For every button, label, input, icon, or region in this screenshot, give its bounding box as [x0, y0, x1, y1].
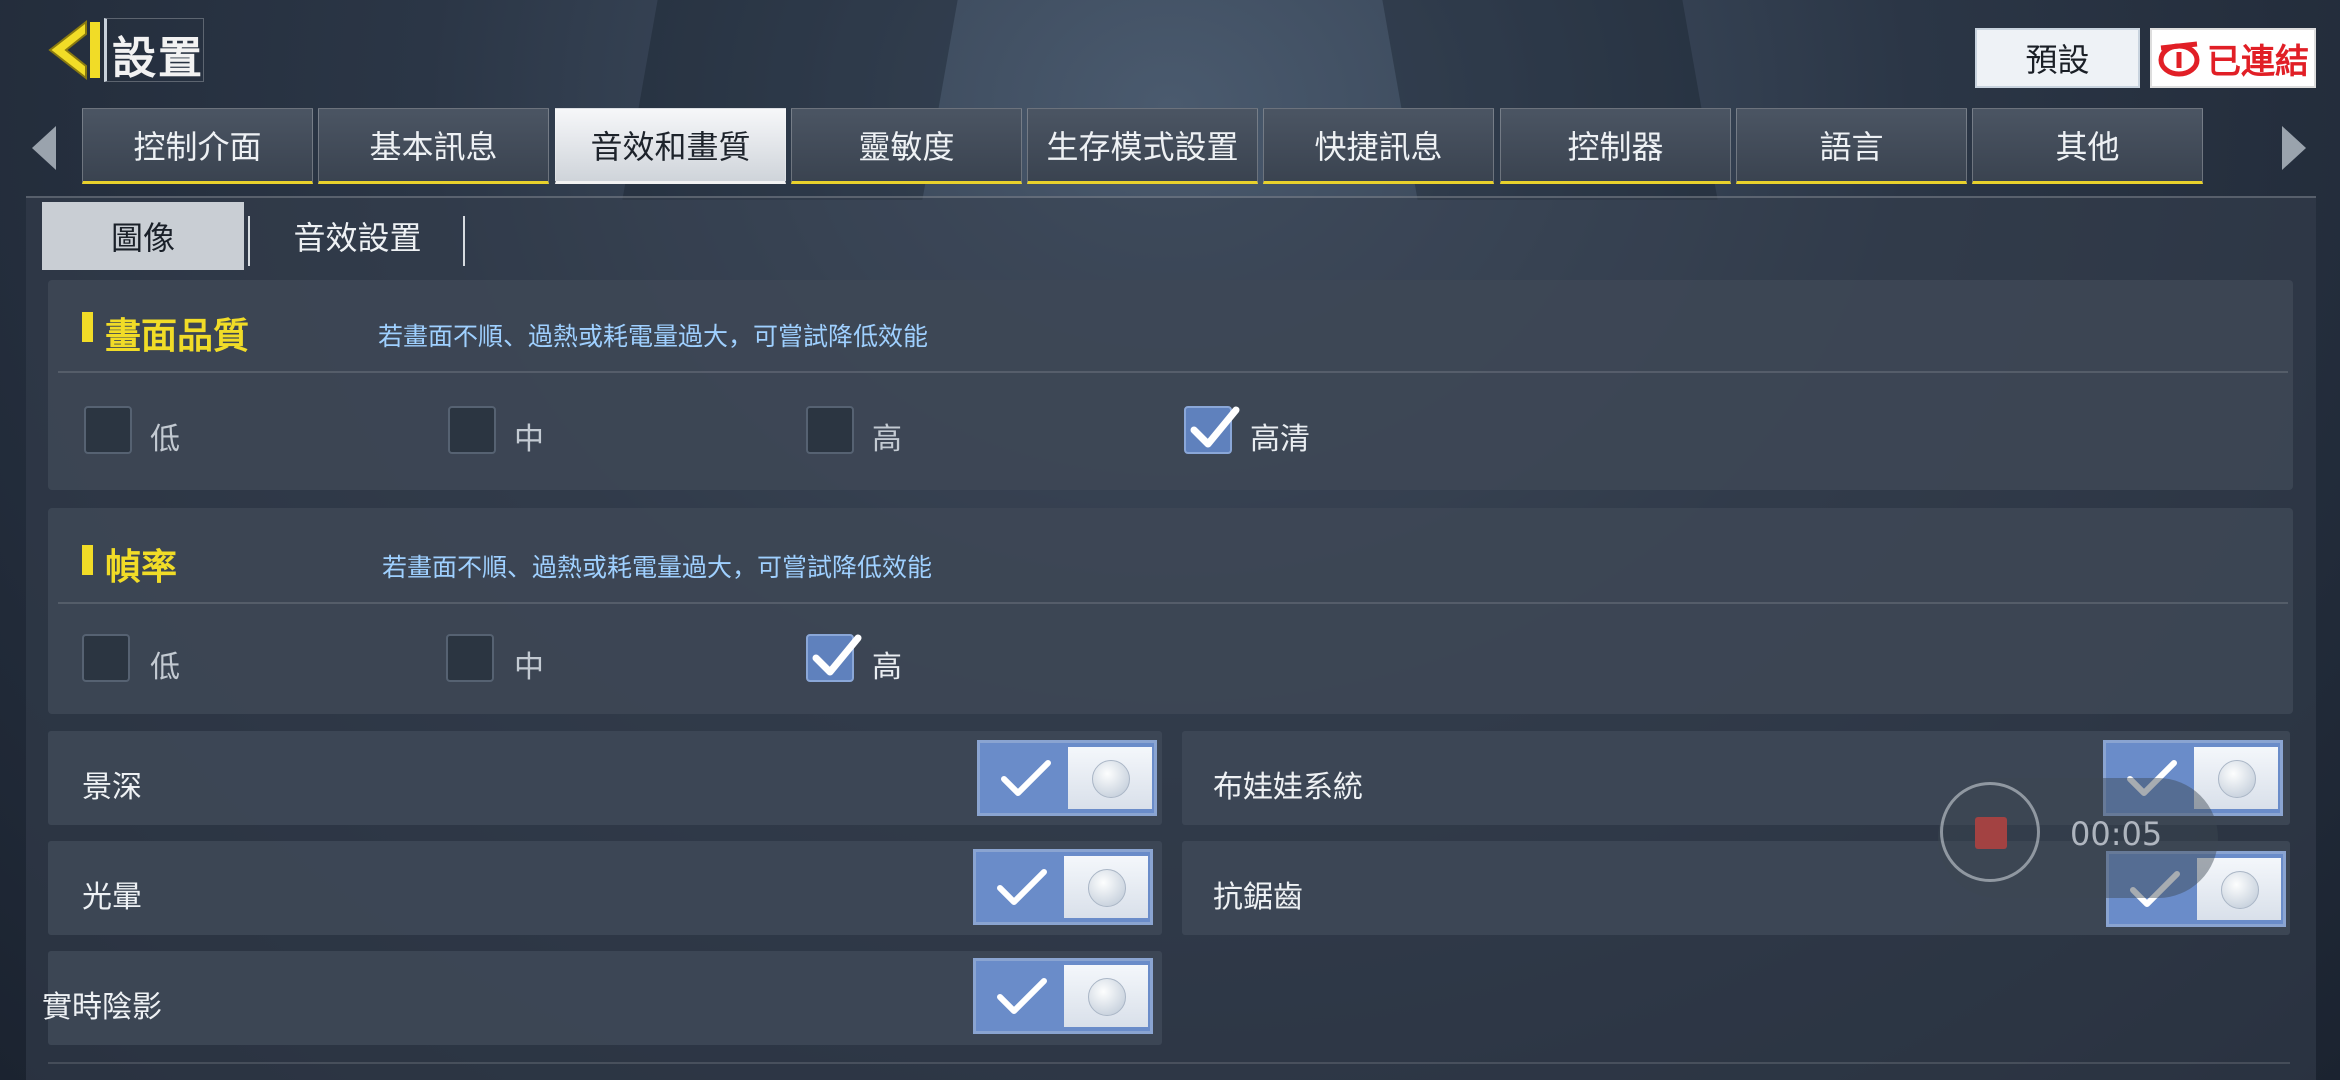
back-button[interactable]	[40, 18, 106, 82]
garena-logo-icon	[2158, 41, 2200, 77]
framerate-section	[48, 508, 2293, 714]
quality-low-checkbox[interactable]	[84, 406, 132, 454]
toggle-knob	[1088, 978, 1126, 1016]
tab-basic-info[interactable]: 基本訊息	[318, 108, 549, 184]
framerate-high-label: 高	[872, 650, 902, 685]
section-marker	[82, 545, 93, 575]
panel-bottom-divider	[48, 1062, 2290, 1064]
quality-medium-label: 中	[514, 422, 544, 457]
toggle-knob-area	[1068, 747, 1152, 809]
toggle-on-segment	[976, 852, 1064, 922]
section-divider	[58, 371, 2288, 373]
toggle-knob-area	[1064, 856, 1148, 918]
subtab-divider	[463, 216, 465, 266]
framerate-low-checkbox[interactable]	[82, 634, 130, 682]
preset-button[interactable]: 預設	[1975, 28, 2140, 88]
toggle-knob-area	[1064, 965, 1148, 1027]
checkmark-icon	[997, 978, 1047, 1014]
section-marker	[82, 312, 93, 342]
framerate-medium-label: 中	[514, 650, 544, 685]
toggle-knob	[1092, 760, 1130, 798]
realtime-shadows-label: 實時陰影	[42, 990, 162, 1025]
checkmark-icon	[1001, 760, 1051, 796]
checkmark-icon	[812, 634, 862, 676]
tab-control-interface[interactable]: 控制介面	[82, 108, 313, 184]
quality-section	[48, 280, 2293, 490]
tab-survival-settings[interactable]: 生存模式設置	[1027, 108, 1258, 184]
depth-of-field-label: 景深	[82, 770, 142, 805]
recording-timer: 00:05	[2070, 815, 2163, 853]
quality-hd-label: 高清	[1250, 422, 1310, 457]
ragdoll-label: 布娃娃系統	[1213, 770, 1363, 805]
toggle-knob-area	[2194, 747, 2278, 809]
tab-quick-messages[interactable]: 快捷訊息	[1263, 108, 1494, 184]
back-arrow-icon	[48, 19, 100, 81]
tab-sensitivity[interactable]: 靈敏度	[791, 108, 1022, 184]
realtime-shadows-toggle[interactable]	[973, 958, 1153, 1034]
tab-other[interactable]: 其他	[1972, 108, 2203, 184]
tab-language[interactable]: 語言	[1736, 108, 1967, 184]
framerate-medium-checkbox[interactable]	[446, 634, 494, 682]
triangle-left-icon	[32, 126, 56, 170]
quality-low-label: 低	[150, 422, 180, 457]
tab-audio-graphics[interactable]: 音效和畫質	[555, 108, 786, 184]
toggle-on-segment	[980, 743, 1068, 813]
quality-title: 畫面品質	[105, 316, 250, 357]
stop-icon	[1975, 817, 2007, 849]
triangle-right-icon	[2282, 126, 2306, 170]
quality-medium-checkbox[interactable]	[448, 406, 496, 454]
toggle-knob	[2218, 760, 2256, 798]
framerate-low-label: 低	[150, 650, 180, 685]
toggle-on-segment	[976, 961, 1064, 1031]
connected-badge[interactable]: 已連結	[2150, 28, 2316, 88]
toggle-knob	[1088, 869, 1126, 907]
tab-controller[interactable]: 控制器	[1500, 108, 1731, 184]
quality-high-label: 高	[872, 422, 902, 457]
quality-hd-checkbox[interactable]	[1184, 406, 1240, 454]
subtab-graphics[interactable]: 圖像	[42, 202, 244, 270]
section-divider	[58, 602, 2288, 604]
quality-hint: 若畫面不順、過熱或耗電量過大，可嘗試降低效能	[378, 322, 929, 351]
connected-label: 已連結	[2207, 41, 2309, 82]
framerate-hint: 若畫面不順、過熱或耗電量過大，可嘗試降低效能	[382, 553, 933, 582]
subtab-audio-settings[interactable]: 音效設置	[250, 202, 465, 270]
depth-of-field-toggle[interactable]	[977, 740, 1157, 816]
checkmark-icon	[997, 869, 1047, 905]
bloom-label: 光暈	[82, 880, 142, 915]
quality-high-checkbox[interactable]	[806, 406, 854, 454]
checkmark-icon	[1190, 406, 1240, 448]
toggle-knob	[2221, 871, 2259, 909]
antialiasing-label: 抗鋸齒	[1213, 880, 1303, 915]
framerate-title: 幀率	[105, 547, 178, 588]
bloom-toggle[interactable]	[973, 849, 1153, 925]
tabs-scroll-right-button[interactable]	[2278, 122, 2312, 174]
tabs-scroll-left-button[interactable]	[26, 122, 60, 174]
page-title: 設置	[112, 33, 204, 84]
framerate-high-checkbox[interactable]	[806, 634, 862, 682]
